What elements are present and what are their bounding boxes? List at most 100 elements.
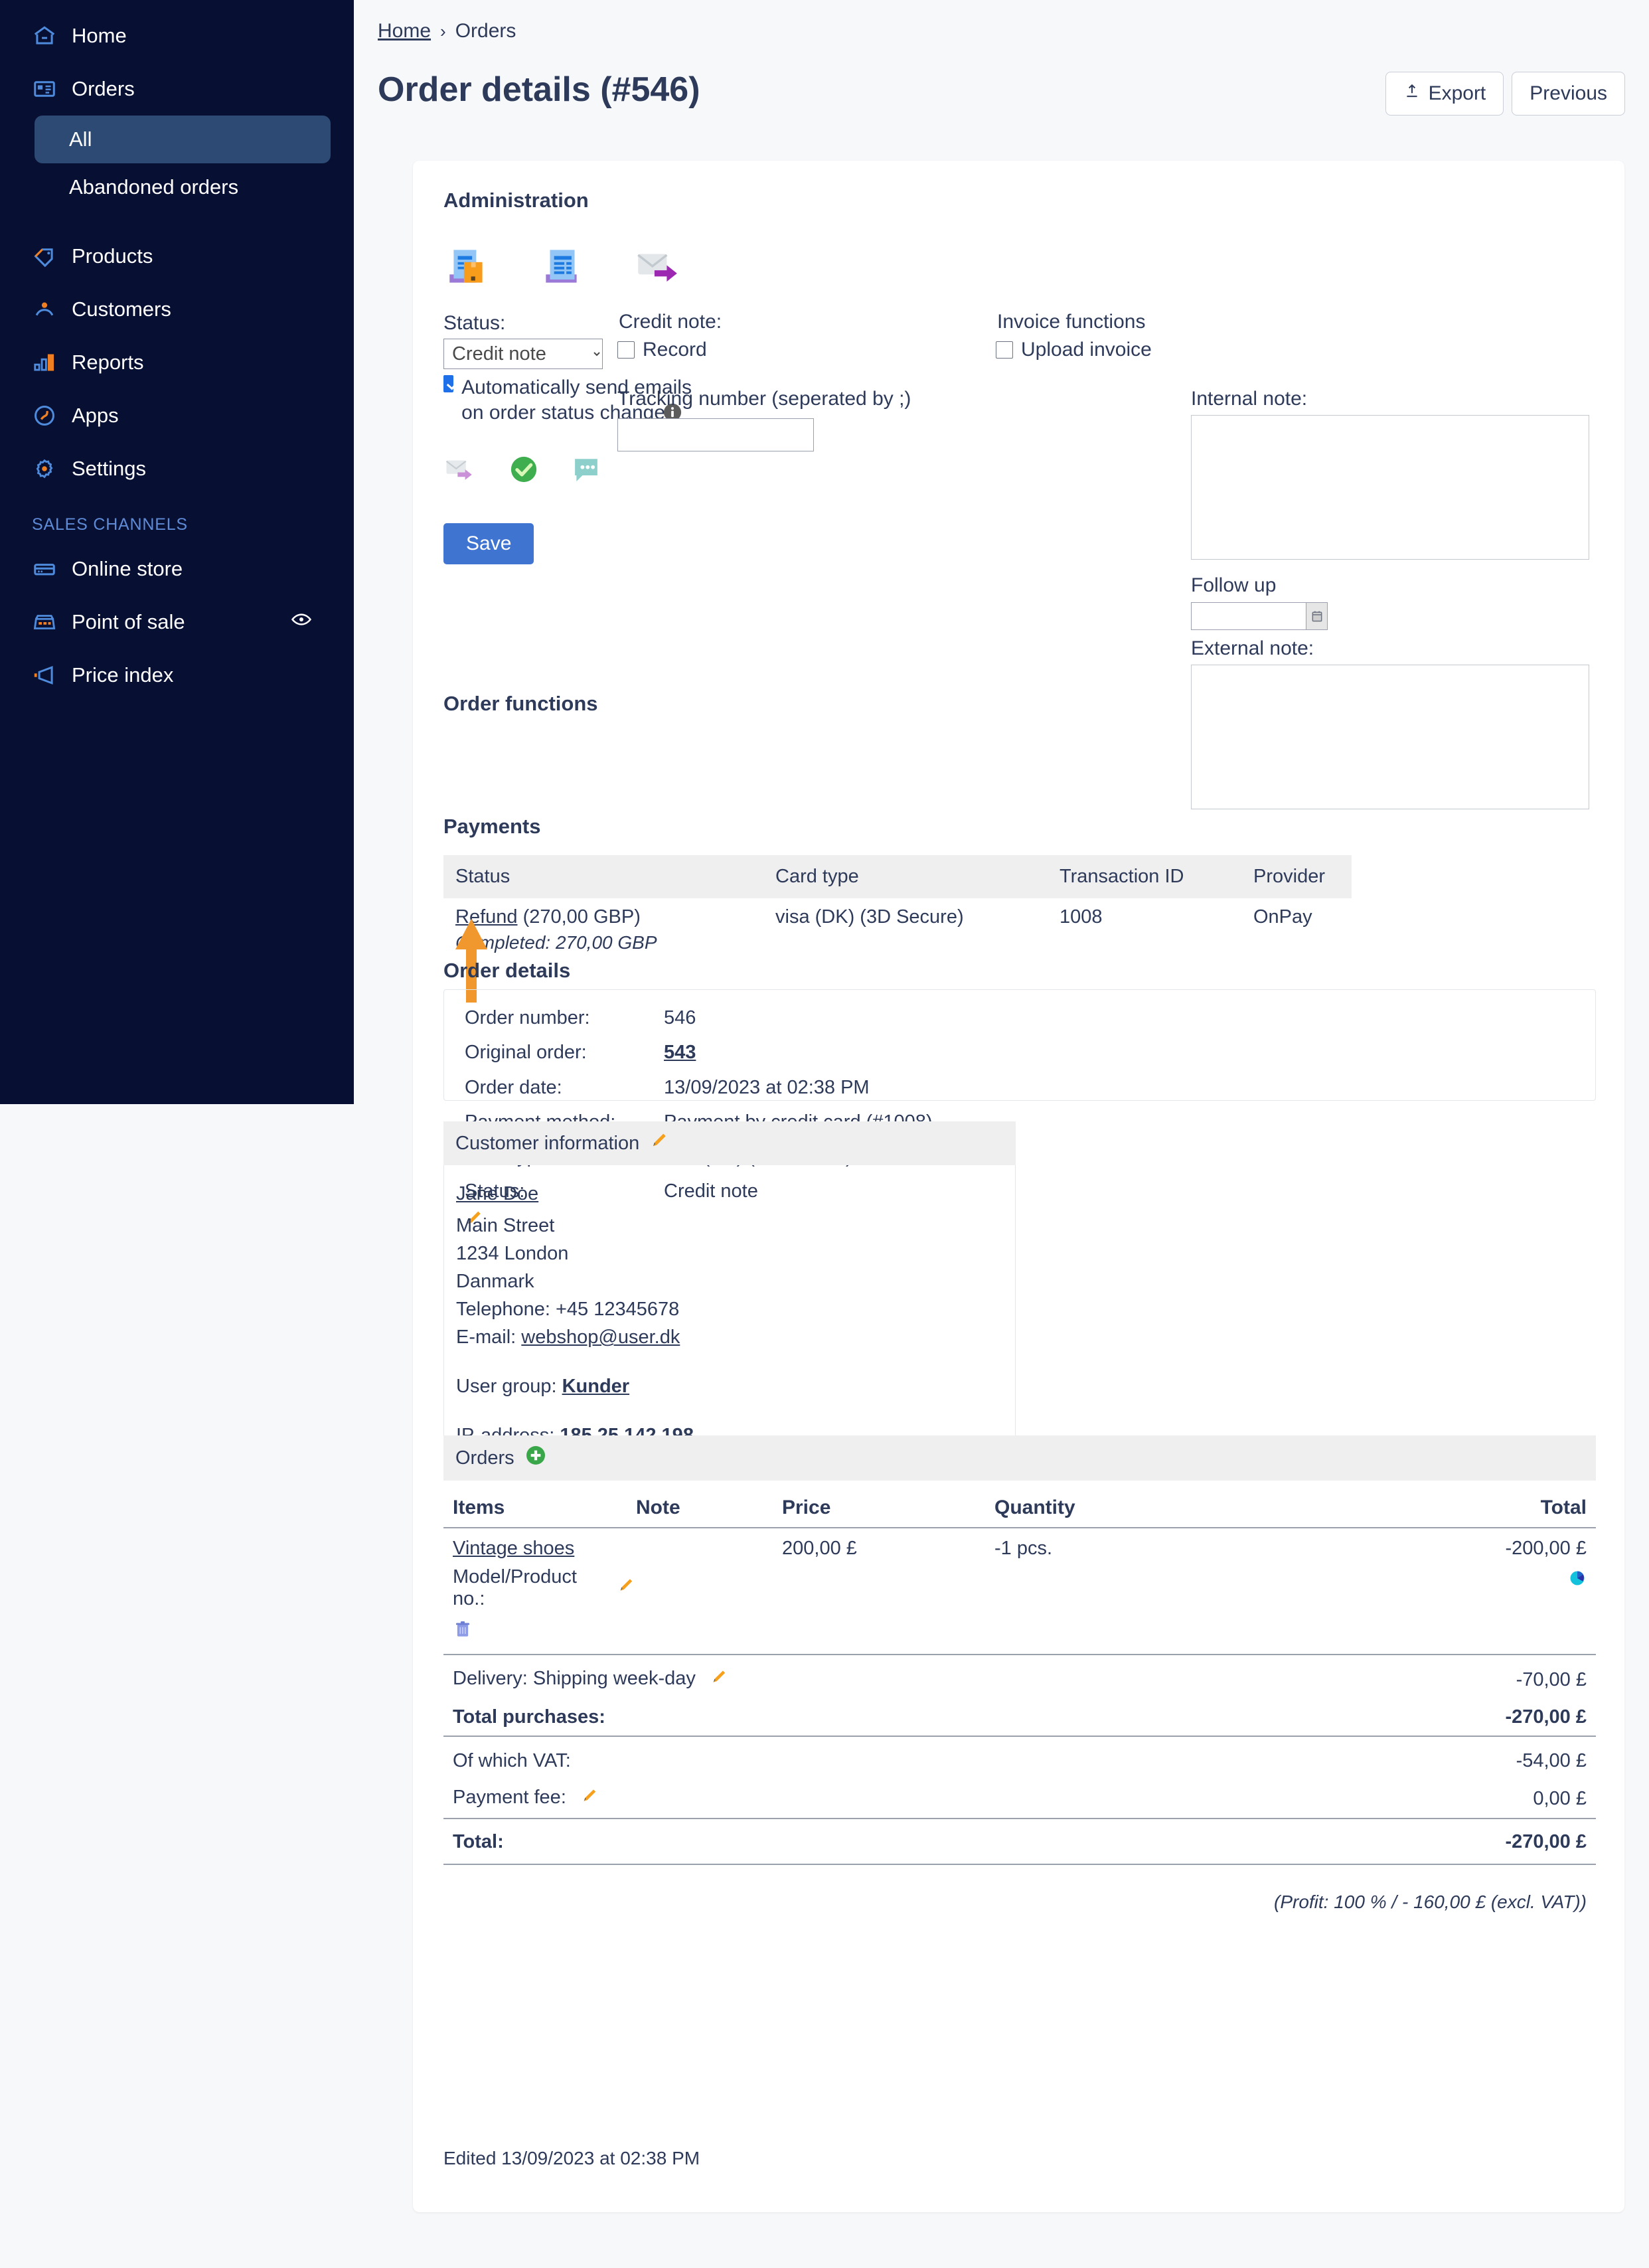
calendar-icon[interactable] bbox=[1306, 602, 1328, 630]
tracking-number-input[interactable] bbox=[617, 418, 814, 451]
summary-value: -54,00 £ bbox=[1306, 1736, 1596, 1779]
tracking-number-label: Tracking number (seperated by ;) bbox=[617, 388, 911, 410]
payments-col-status: Status bbox=[443, 855, 763, 898]
edit-pencil-icon[interactable] bbox=[617, 1576, 636, 1600]
edit-pencil-icon[interactable] bbox=[650, 1131, 670, 1156]
internal-note-label: Internal note: bbox=[1191, 388, 1308, 410]
external-note-textarea[interactable] bbox=[1191, 665, 1589, 809]
add-item-icon[interactable] bbox=[525, 1445, 546, 1471]
previous-button[interactable]: Previous bbox=[1512, 72, 1625, 116]
sidebar-item-label: Reports bbox=[72, 351, 144, 374]
export-button[interactable]: Export bbox=[1385, 72, 1504, 116]
table-row: Vintage shoes Model/Product no.: 200,00 … bbox=[443, 1528, 1596, 1655]
pos-icon bbox=[32, 609, 57, 635]
summary-value: -70,00 £ bbox=[1516, 1668, 1587, 1690]
breadcrumb: Home › Orders bbox=[378, 20, 516, 42]
order-item-total: -200,00 £ bbox=[1505, 1538, 1587, 1559]
orders-col-items: Items bbox=[443, 1490, 636, 1528]
breadcrumb-home[interactable]: Home bbox=[378, 20, 431, 42]
order-details-title: Order details bbox=[443, 959, 571, 982]
item-link[interactable]: Vintage shoes bbox=[453, 1538, 574, 1559]
sidebar-item-online-store[interactable]: Online store bbox=[9, 542, 345, 596]
summary-label: Payment fee: bbox=[453, 1787, 566, 1808]
sidebar-subitem-label: Abandoned orders bbox=[69, 175, 239, 199]
breadcrumb-current[interactable]: Orders bbox=[455, 20, 516, 42]
sidebar-item-products[interactable]: Products bbox=[9, 230, 345, 283]
internal-note-textarea[interactable] bbox=[1191, 415, 1589, 560]
eye-icon[interactable] bbox=[290, 608, 313, 636]
approve-check-icon[interactable] bbox=[506, 451, 542, 491]
send-email-icon[interactable] bbox=[443, 451, 479, 491]
sidebar-item-price-index[interactable]: Price index bbox=[9, 649, 345, 702]
send-email-icon[interactable] bbox=[632, 242, 681, 294]
summary-row-vat: Of which VAT: -54,00 £ bbox=[443, 1736, 1596, 1779]
customer-email-row: E-mail: webshop@user.dk bbox=[456, 1323, 1015, 1351]
sidebar-item-label: Orders bbox=[72, 77, 135, 100]
edit-pencil-icon[interactable] bbox=[710, 1668, 729, 1692]
order-detail-value: 13/09/2023 at 02:38 PM bbox=[664, 1076, 870, 1098]
breadcrumb-separator: › bbox=[440, 21, 446, 41]
export-label: Export bbox=[1428, 82, 1486, 104]
payment-provider: OnPay bbox=[1253, 906, 1312, 928]
store-icon bbox=[32, 556, 57, 582]
refund-link[interactable]: Refund bbox=[455, 906, 518, 928]
upload-invoice-checkbox[interactable] bbox=[996, 341, 1013, 359]
sidebar-subitem-abandoned-orders[interactable]: Abandoned orders bbox=[35, 163, 331, 211]
summary-value: 0,00 £ bbox=[1533, 1787, 1587, 1809]
delete-item-icon[interactable] bbox=[453, 1621, 473, 1644]
sidebar-item-label: Settings bbox=[72, 457, 147, 480]
sidebar-item-label: Price index bbox=[72, 663, 174, 687]
payments-table-header: Status Card type Transaction ID Provider bbox=[443, 855, 1352, 898]
order-item-price: 200,00 £ bbox=[782, 1538, 857, 1559]
sidebar-item-orders[interactable]: Orders bbox=[9, 62, 345, 116]
comment-icon[interactable] bbox=[568, 451, 604, 491]
follow-up-field bbox=[1191, 602, 1328, 630]
megaphone-icon bbox=[32, 663, 57, 688]
save-button[interactable]: Save bbox=[443, 523, 534, 564]
sidebar-item-point-of-sale[interactable]: Point of sale bbox=[9, 596, 345, 649]
orders-col-price: Price bbox=[782, 1490, 994, 1528]
order-item-cell: Vintage shoes Model/Product no.: bbox=[443, 1528, 636, 1655]
payment-transaction-id: 1008 bbox=[1060, 906, 1103, 928]
invoice-package-icon[interactable] bbox=[443, 242, 493, 294]
customer-telephone: Telephone: +45 12345678 bbox=[456, 1299, 680, 1321]
previous-label: Previous bbox=[1530, 82, 1607, 104]
orders-summary-table: Delivery: Shipping week-day -70,00 £ Tot… bbox=[443, 1660, 1596, 1865]
top-actions: Export Previous bbox=[1385, 72, 1625, 116]
administration-title: Administration bbox=[443, 189, 589, 212]
sidebar-item-label: Products bbox=[72, 244, 153, 268]
main-content: Home › Orders Order details (#546) Expor… bbox=[354, 0, 1649, 2268]
invoice-icon[interactable] bbox=[538, 242, 587, 294]
sidebar-item-settings[interactable]: Settings bbox=[9, 442, 345, 495]
order-detail-key: Original order: bbox=[465, 1042, 587, 1064]
payment-status-cell: Refund (270,00 GBP) Completed: 270,00 GB… bbox=[443, 898, 763, 961]
orders-table-header: Items Note Price Quantity Total bbox=[443, 1490, 1596, 1528]
customer-name-link[interactable]: Jane Doe bbox=[456, 1183, 538, 1204]
sidebar-item-home[interactable]: Home bbox=[9, 9, 345, 62]
home-icon bbox=[32, 23, 57, 48]
edited-timestamp: Edited 13/09/2023 at 02:38 PM bbox=[443, 2148, 700, 2168]
gear-icon bbox=[32, 456, 57, 481]
sidebar-subitem-all[interactable]: All bbox=[35, 116, 331, 163]
follow-up-input[interactable] bbox=[1191, 602, 1306, 630]
record-checkbox[interactable] bbox=[617, 341, 635, 359]
customer-information-body: Jane Doe Main Street 1234 London Danmark… bbox=[443, 1165, 1016, 1474]
payments-title: Payments bbox=[443, 815, 541, 838]
sidebar-item-reports[interactable]: Reports bbox=[9, 336, 345, 389]
original-order-link[interactable]: 543 bbox=[664, 1040, 696, 1065]
orders-col-note: Note bbox=[636, 1490, 782, 1528]
edit-pencil-icon[interactable] bbox=[581, 1787, 599, 1811]
sidebar: Home Orders All Abandoned orders Product… bbox=[0, 0, 354, 1104]
orders-col-quantity: Quantity bbox=[994, 1490, 1406, 1528]
orders-items-table: Items Note Price Quantity Total Vintage … bbox=[443, 1490, 1596, 1655]
page-title: Order details (#546) bbox=[378, 70, 700, 109]
user-group-link[interactable]: Kunder bbox=[562, 1376, 630, 1397]
sidebar-item-apps[interactable]: Apps bbox=[9, 389, 345, 442]
sidebar-item-customers[interactable]: Customers bbox=[9, 283, 345, 336]
summary-row-payment-fee: Payment fee: 0,00 £ bbox=[443, 1779, 1596, 1819]
table-row: Refund (270,00 GBP) Completed: 270,00 GB… bbox=[443, 898, 1352, 961]
auto-email-checkbox[interactable] bbox=[443, 375, 454, 392]
status-select[interactable]: Credit note bbox=[443, 339, 603, 369]
customer-email-link[interactable]: webshop@user.dk bbox=[521, 1327, 680, 1348]
pie-chart-icon[interactable] bbox=[1568, 1571, 1587, 1592]
